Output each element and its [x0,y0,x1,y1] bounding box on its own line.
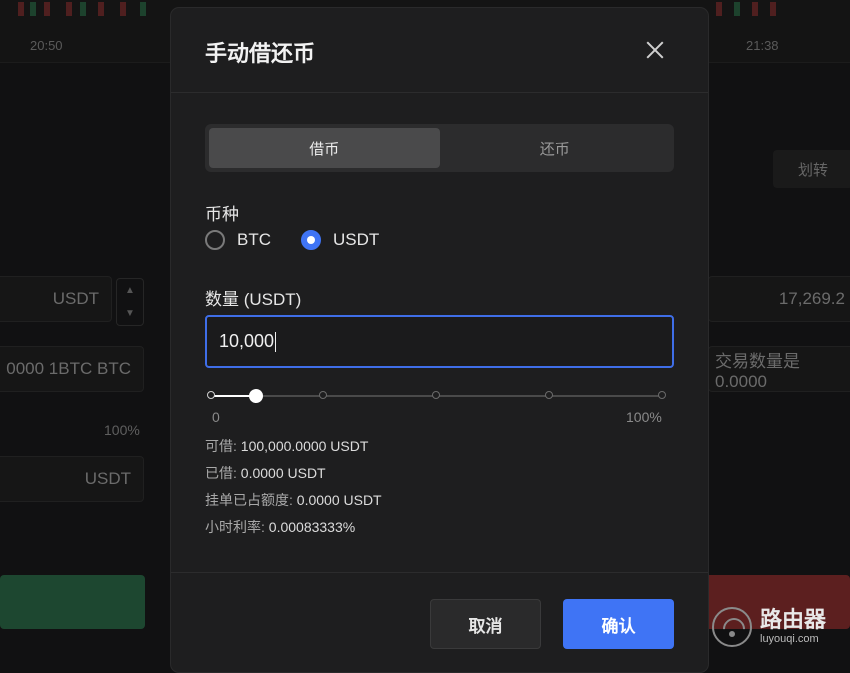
watermark-cn: 路由器 [760,607,827,632]
info-key: 可借: [205,438,237,454]
amount-value: 10,000 [219,331,275,351]
background-input-unit: USDT [84,469,131,488]
background-value: 交易数量是0.0000 [708,346,850,392]
info-key: 已借: [205,465,237,481]
watermark-text: 路由器 luyouqi.com [760,608,826,646]
info-order-used: 挂单已占额度: 0.0000 USDT [205,490,382,510]
info-borrowable: 可借: 100,000.0000 USDT [205,436,368,456]
slider-max-label: 100% [626,409,662,425]
time-label: 20:50 [30,38,63,53]
background-value-text: 17,269.2 [778,289,845,308]
info-value: 0.0000 USDT [296,492,382,508]
info-value: 0.0000 USDT [240,465,326,481]
amount-label: 数量 (USDT) [205,290,302,309]
amount-slider[interactable] [207,386,666,406]
info-value: 100,000.0000 USDT [240,438,369,454]
background-stepper[interactable]: ▲ ▼ [116,278,144,326]
info-borrowed: 已借: 0.0000 USDT [205,463,326,483]
currency-label: 币种 [205,205,239,224]
background-input-unit: USDT [52,289,99,308]
dialog-header: 手动借还币 [171,8,708,93]
info-key: 挂单已占额度: [205,492,293,508]
borrow-repay-tabs: 借币 还币 [205,124,674,172]
info-key: 小时利率: [205,519,265,535]
radio-label: USDT [333,230,380,249]
currency-radio-group: BTC USDT [205,230,409,250]
cancel-button[interactable]: 取消 [430,599,541,649]
radio-usdt[interactable]: USDT [301,230,379,250]
tab-repay[interactable]: 还币 [440,128,671,168]
buy-button[interactable] [0,575,145,629]
amount-input[interactable]: 10,000 [205,315,674,368]
radio-label: BTC [237,230,271,249]
tab-borrow[interactable]: 借币 [209,128,440,168]
background-value-text: 交易数量是0.0000 [715,351,800,391]
radio-checked-icon [301,230,321,250]
info-hourly-rate: 小时利率: 0.00083333% [205,517,355,537]
borrow-repay-dialog: 手动借还币 借币 还币 币种 BTC USDT 数量 (USDT) 10,000… [171,8,708,672]
close-icon[interactable] [641,36,669,64]
slider-mark[interactable] [207,391,215,399]
confirm-button[interactable]: 确认 [563,599,674,649]
slider-thumb[interactable] [249,389,264,403]
watermark-en: luyouqi.com [760,633,819,645]
transfer-button[interactable]: 划转 [773,150,850,188]
radio-unchecked-icon [205,230,225,250]
router-logo-icon [712,607,752,647]
info-value: 0.00083333% [268,519,356,535]
background-input[interactable]: 0000 1BTC BTC [0,346,144,392]
slider-mark[interactable] [432,391,440,399]
watermark: 路由器 luyouqi.com [712,607,826,647]
background-input[interactable]: USDT [0,276,112,322]
background-input-text: 0000 1BTC BTC [6,359,131,378]
time-label: 21:38 [746,38,779,53]
background-input[interactable]: USDT [0,456,144,502]
slider-mark[interactable] [545,391,553,399]
background-percent: 100% [104,422,140,438]
footer-divider [171,572,708,573]
background-value: 17,269.2 [708,276,850,322]
dialog-title: 手动借还币 [205,41,316,66]
radio-btc[interactable]: BTC [205,230,271,250]
slider-mark[interactable] [319,391,327,399]
slider-min-label: 0 [212,409,220,425]
text-caret [275,331,277,352]
slider-mark[interactable] [658,391,666,399]
